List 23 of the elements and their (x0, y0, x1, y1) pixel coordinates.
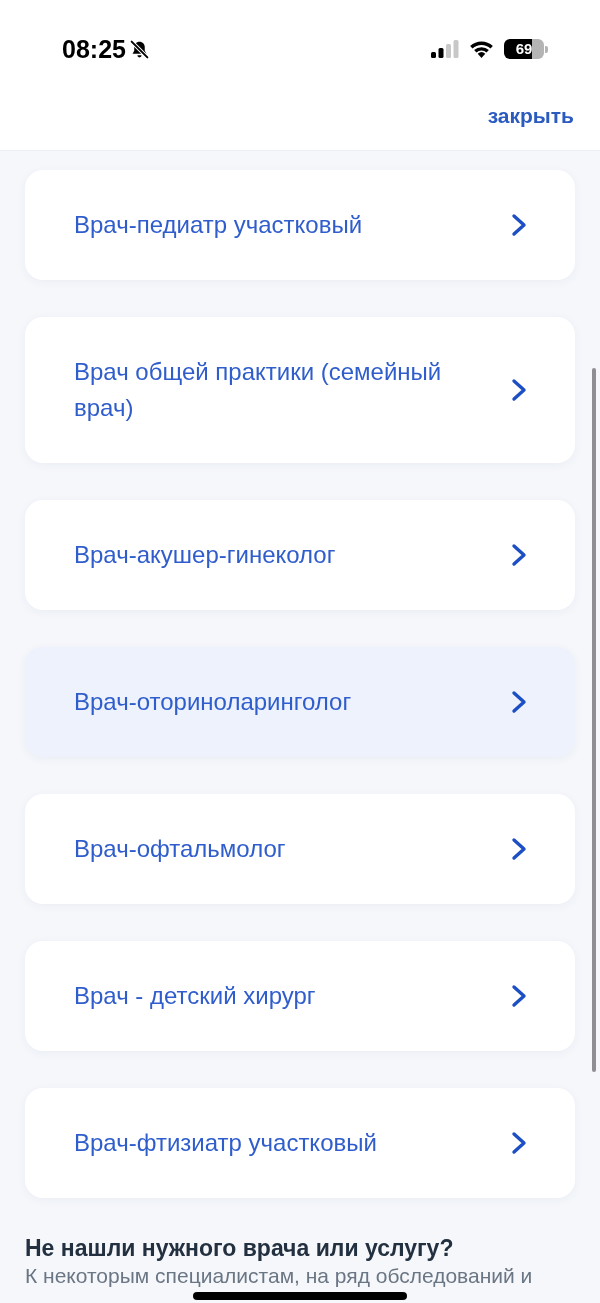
chevron-right-icon (511, 543, 527, 567)
specialist-item[interactable]: Врач-педиатр участковый (25, 170, 575, 280)
specialist-item[interactable]: Врач-акушер-гинеколог (25, 500, 575, 610)
chevron-right-icon (511, 213, 527, 237)
battery-tip-icon (545, 45, 548, 53)
status-time: 08:25 (62, 34, 126, 64)
bell-slash-icon (128, 38, 150, 60)
specialist-item[interactable]: Врач-фтизиатр участковый (25, 1088, 575, 1198)
chevron-right-icon (511, 837, 527, 861)
wifi-icon (469, 40, 494, 58)
battery-percentage: 69 (515, 40, 533, 58)
specialist-item[interactable]: Врач-оториноларинголог (25, 647, 575, 757)
help-text: К некоторым специалистам, на ряд обследований и (25, 1264, 534, 1288)
specialist-item[interactable]: Врач - детский хирург (25, 941, 575, 1051)
specialist-item[interactable]: Врач-офтальмолог (25, 794, 575, 904)
specialist-item[interactable]: Врач общей практики (семейный врач) (25, 317, 575, 463)
chevron-right-icon (511, 1131, 527, 1155)
help-title: Не нашли нужного врача или услугу? (25, 1234, 455, 1262)
chevron-right-icon (511, 690, 527, 714)
close-link[interactable]: закрыть (487, 102, 574, 130)
chevron-right-icon (511, 378, 527, 402)
chevron-right-icon (511, 984, 527, 1008)
signal-icon (431, 40, 459, 58)
